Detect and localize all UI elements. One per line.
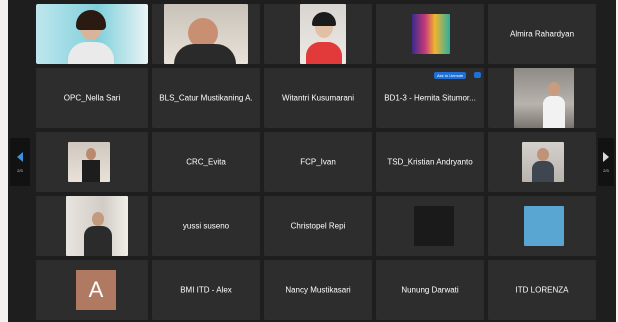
participant-face [548, 82, 560, 96]
participant-tile[interactable] [36, 132, 148, 192]
page-indicator: 2/3 [603, 167, 609, 173]
participant-name: ITD LORENZA [515, 285, 569, 295]
participant-tile[interactable] [488, 196, 596, 256]
participant-name: BLS_Catur Mustikaning A. [159, 93, 253, 103]
participant-tile[interactable] [488, 132, 596, 192]
participant-tile[interactable] [376, 4, 484, 64]
avatar-letter: A [88, 277, 104, 302]
participant-video [412, 14, 450, 54]
participant-tile[interactable] [36, 4, 148, 64]
participant-name: OPC_Nella Sari [63, 93, 121, 103]
previous-page-button[interactable]: 2/3 [10, 138, 30, 186]
participant-tile[interactable] [488, 68, 596, 128]
participant-tile[interactable]: BLS_Catur Mustikaning A. [152, 68, 260, 128]
participant-name: FCP_Ivan [300, 157, 336, 167]
participant-body [84, 226, 112, 256]
participant-face [537, 148, 549, 161]
participant-name: Witantri Kusumarani [281, 93, 355, 103]
participant-body [174, 44, 236, 64]
participant-tile[interactable]: TSD_Kristian Andryanto [376, 132, 484, 192]
chevron-left-icon [17, 151, 23, 162]
participant-body [68, 42, 114, 64]
participant-tile[interactable]: Christopel Repi [264, 196, 372, 256]
next-page-button[interactable]: 2/3 [598, 138, 614, 186]
participant-tile[interactable]: CRC_Evita [152, 132, 260, 192]
participant-tile[interactable]: BMI ITD - Alex [152, 260, 260, 320]
participant-tile[interactable]: Almira Rahardyan [488, 4, 596, 64]
participant-tile[interactable]: Witantri Kusumarani [264, 68, 372, 128]
participant-tile[interactable] [376, 196, 484, 256]
participant-video [524, 206, 564, 246]
participant-name: BD1-3 - Hernita Situmor... [384, 93, 476, 103]
participant-tile[interactable]: A [36, 260, 148, 320]
participant-name: TSD_Kristian Andryanto [387, 157, 473, 167]
chevron-right-icon [603, 151, 609, 162]
participant-name: yussi suseno [182, 221, 230, 231]
participant-face [92, 212, 104, 226]
participant-tile[interactable] [36, 196, 148, 256]
participant-body [82, 160, 100, 182]
participant-tile[interactable]: Ask to Unmute BD1-3 - Hernita Situmor... [376, 68, 484, 128]
participant-name: Christopel Repi [290, 221, 346, 231]
ask-to-unmute-badge[interactable]: Ask to Unmute [434, 72, 467, 79]
avatar: A [76, 270, 116, 310]
participant-body [306, 42, 342, 64]
participant-name: Nunung Darwati [401, 285, 459, 295]
more-options-button[interactable] [474, 72, 481, 78]
participant-video [414, 206, 454, 246]
participant-name: Nancy Mustikasari [285, 285, 351, 295]
participant-name: Almira Rahardyan [509, 29, 575, 39]
participant-body [532, 161, 554, 182]
video-gallery: Almira Rahardyan OPC_Nella Sari BLS_Catu… [8, 0, 616, 322]
participant-tile[interactable]: Nancy Mustikasari [264, 260, 372, 320]
participant-tile[interactable]: OPC_Nella Sari [36, 68, 148, 128]
participant-tile[interactable]: Nunung Darwati [376, 260, 484, 320]
participant-tile[interactable]: ITD LORENZA [488, 260, 596, 320]
participant-tile[interactable]: FCP_Ivan [264, 132, 372, 192]
participant-tile[interactable] [264, 4, 372, 64]
participant-tile[interactable]: yussi suseno [152, 196, 260, 256]
participant-body [543, 96, 565, 128]
participant-name: CRC_Evita [186, 157, 226, 167]
participant-face [86, 148, 96, 160]
page-indicator: 2/3 [17, 167, 23, 173]
participant-tile[interactable] [152, 4, 260, 64]
participant-name: BMI ITD - Alex [180, 285, 232, 295]
